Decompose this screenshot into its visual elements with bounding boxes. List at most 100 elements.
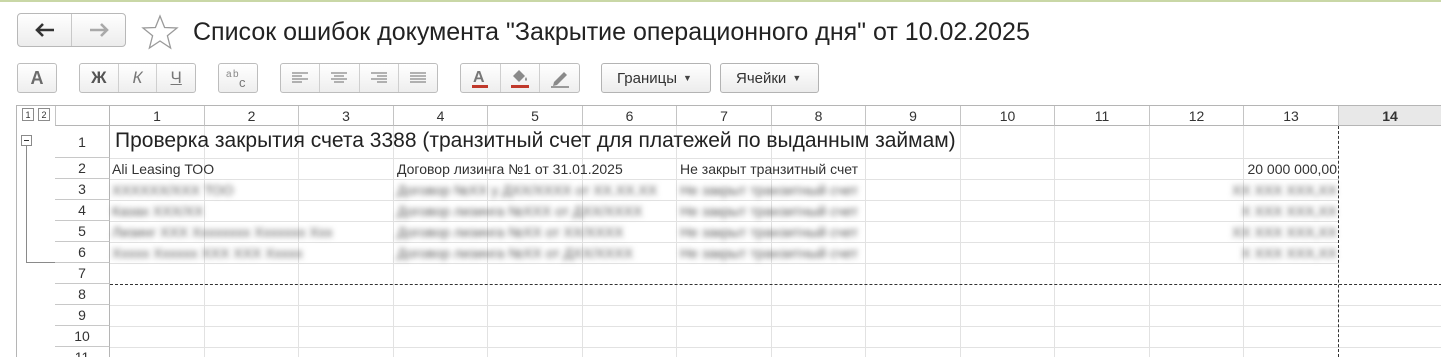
spelling-icon: a b c	[226, 69, 246, 89]
row-header[interactable]: 3	[55, 179, 110, 200]
column-header[interactable]: 6	[583, 106, 677, 126]
navigation-buttons	[17, 13, 126, 47]
group-bracket-line	[26, 262, 55, 263]
contract-cell-redacted[interactable]: Договор лизинга №ХХ от ХХ/ХХХХ	[397, 224, 623, 240]
error-cell-redacted[interactable]: Не закрыт транзитный счет	[680, 182, 858, 198]
text-color-icon: A	[472, 69, 489, 88]
column-header[interactable]: 12	[1150, 106, 1244, 126]
chevron-down-icon: ▼	[683, 73, 692, 83]
company-cell-redacted[interactable]: Ххххх Хххххх ХХХ ХХХ Ххххх	[112, 245, 392, 261]
company-cell-redacted[interactable]: Лизинг ХХХ Хххххххх Ххххххх Ххх	[112, 224, 392, 240]
color-group: A	[460, 63, 580, 93]
arrow-left-icon	[34, 23, 54, 37]
contract-cell[interactable]: Договор лизинга №1 от 31.01.2025	[397, 161, 623, 177]
error-cell-redacted[interactable]: Не закрыт транзитный счет	[680, 203, 858, 219]
contract-cell-redacted[interactable]: Договор №ХХ у ДХХ/ХХХХ от ХХ.ХХ.ХХ	[397, 182, 657, 198]
align-center-button[interactable]	[319, 64, 358, 92]
align-right-icon	[370, 72, 387, 83]
grid-line	[110, 326, 1441, 327]
spreadsheet[interactable]: 1 2 1 2 3 4 5 6 7 8 9 10 11 12 13 14 1 2…	[16, 105, 1441, 357]
underline-button[interactable]: Ч	[156, 64, 195, 92]
contract-cell-redacted[interactable]: Договор лизинга №ХХХ от ДХХ/ХХХХ	[397, 203, 642, 219]
contract-cell-redacted[interactable]: Договор лизинга №ХХ от ДХХ/ХХХХ	[397, 245, 633, 261]
amount-cell-redacted[interactable]: Х ХХХ ХХХ,ХХ	[1150, 203, 1337, 219]
spelling-group: a b c	[218, 63, 258, 93]
page-break-vertical	[1338, 126, 1339, 357]
group-bracket-line	[26, 146, 27, 263]
align-right-button[interactable]	[358, 64, 398, 92]
row-header[interactable]: 1	[55, 126, 110, 158]
level-1-button[interactable]: 1	[22, 108, 34, 121]
company-cell[interactable]: Ali Leasing ТОО	[112, 161, 214, 177]
column-header[interactable]: 9	[866, 106, 961, 126]
column-header[interactable]: 3	[299, 106, 394, 126]
align-left-button[interactable]	[281, 64, 319, 92]
row-header[interactable]: 2	[55, 158, 110, 179]
grid-line	[110, 263, 1339, 264]
row-header[interactable]: 8	[55, 284, 110, 305]
back-button[interactable]	[18, 14, 71, 46]
amount-cell-redacted[interactable]: Х ХХХ ХХХ,ХХ	[1150, 245, 1337, 261]
align-justify-button[interactable]	[397, 64, 437, 92]
error-cell[interactable]: Не закрыт транзитный счет	[680, 161, 858, 177]
page-break-horizontal	[110, 284, 1441, 285]
forward-button[interactable]	[71, 14, 125, 46]
sheet-corner[interactable]	[55, 106, 110, 126]
amount-cell-redacted[interactable]: ХХ ХХХ ХХХ,ХХ	[1150, 182, 1337, 198]
highlight-button[interactable]	[539, 64, 579, 92]
page-title: Список ошибок документа "Закрытие операц…	[193, 18, 1030, 46]
company-cell-redacted[interactable]: ХХХХХХ/ХХХ ТОО	[112, 182, 234, 198]
fill-color-button[interactable]	[499, 64, 540, 92]
text-color-button[interactable]: A	[461, 64, 500, 92]
font-icon: A	[30, 67, 44, 88]
grid-line	[110, 221, 1339, 222]
column-header[interactable]: 10	[961, 106, 1055, 126]
grid-line	[110, 305, 1441, 306]
column-header[interactable]: 13	[1244, 106, 1339, 126]
row-header[interactable]: 4	[55, 200, 110, 221]
italic-button[interactable]: К	[117, 64, 157, 92]
company-cell-redacted[interactable]: Казах ХХХ/ХХ	[112, 203, 203, 219]
svg-text:A: A	[473, 69, 485, 86]
star-icon[interactable]	[141, 14, 179, 50]
column-header[interactable]: 8	[772, 106, 866, 126]
align-left-icon	[292, 72, 309, 83]
column-header[interactable]: 4	[394, 106, 488, 126]
level-2-button[interactable]: 2	[38, 108, 50, 121]
collapse-group-icon[interactable]	[21, 135, 32, 146]
row-header[interactable]: 9	[55, 305, 110, 326]
column-header[interactable]: 11	[1055, 106, 1150, 126]
bold-icon: Ж	[91, 68, 107, 87]
error-cell-redacted[interactable]: Не закрыт транзитный счет	[680, 245, 858, 261]
bold-button[interactable]: Ж	[80, 64, 118, 92]
arrow-right-icon	[89, 23, 109, 37]
amount-cell[interactable]: 20 000 000,00	[1150, 161, 1337, 177]
grid-line	[110, 347, 1441, 348]
column-header[interactable]: 1	[110, 106, 205, 126]
cells-dropdown[interactable]: Ячейки ▼	[720, 63, 819, 93]
grid-line	[110, 158, 1339, 159]
fill-color-icon	[511, 70, 529, 88]
row-header[interactable]: 10	[55, 326, 110, 347]
svg-text:c: c	[239, 75, 246, 89]
error-cell-redacted[interactable]: Не закрыт транзитный счет	[680, 224, 858, 240]
row-header[interactable]: 5	[55, 221, 110, 242]
borders-label: Границы	[617, 69, 677, 87]
svg-text:a: a	[226, 69, 232, 80]
column-header[interactable]: 2	[205, 106, 299, 126]
pencil-icon	[550, 72, 569, 88]
italic-icon: К	[132, 68, 143, 87]
column-header[interactable]: 5	[488, 106, 583, 126]
borders-dropdown[interactable]: Границы ▼	[601, 63, 711, 93]
row-header[interactable]: 6	[55, 242, 110, 263]
amount-cell-redacted[interactable]: ХХ ХХХ ХХХ,ХХ	[1150, 224, 1337, 240]
column-header-selected[interactable]: 14	[1339, 106, 1441, 126]
column-header[interactable]: 7	[677, 106, 772, 126]
row-header[interactable]: 7	[55, 263, 110, 284]
report-section-heading[interactable]: Проверка закрытия счета 3388 (транзитный…	[115, 129, 956, 153]
grid-line	[110, 242, 1339, 243]
chevron-down-icon: ▼	[792, 73, 802, 83]
font-button[interactable]: A	[18, 64, 56, 92]
alignment-group	[280, 63, 438, 93]
spelling-button[interactable]: a b c	[219, 64, 257, 92]
